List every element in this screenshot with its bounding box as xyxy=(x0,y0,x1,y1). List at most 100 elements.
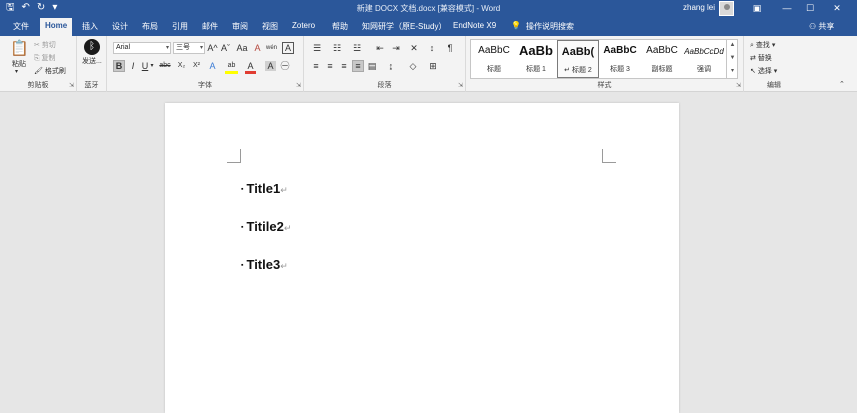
ribbon-home: 📋 粘贴 ▾ ✂ 剪切 ⎘ 复制 🖌 格式刷 剪贴板 ⇲ ᛒ 发送... 蓝牙 … xyxy=(0,36,857,92)
italic-button[interactable]: I xyxy=(128,61,138,71)
style-preview: AaBb( xyxy=(561,46,595,58)
more-icon[interactable]: ▾ xyxy=(727,65,738,78)
tab-home[interactable]: Home xyxy=(40,18,73,36)
replace-button[interactable]: ⇄ 替换 xyxy=(750,53,772,63)
share-button[interactable]: ⚇ 共享 xyxy=(809,21,834,32)
cursor-icon: ↖ xyxy=(750,68,758,75)
tab-layout[interactable]: 布局 xyxy=(142,21,158,32)
format-painter-label: 格式刷 xyxy=(44,68,66,75)
style-name: 副标题 xyxy=(651,66,673,73)
increase-indent-icon[interactable]: ⇥ xyxy=(390,43,402,53)
copy-icon: ⎘ xyxy=(34,55,42,62)
subscript-button[interactable]: X₂ xyxy=(175,61,188,71)
style-subtitle[interactable]: AaBbC 副标题 xyxy=(641,40,683,78)
text-effects-icon[interactable]: A xyxy=(207,61,218,71)
restore-button[interactable]: ☐ xyxy=(800,1,820,15)
tab-view[interactable]: 视图 xyxy=(262,21,278,32)
paragraph-launcher-icon[interactable]: ⇲ xyxy=(458,82,463,89)
user-name[interactable]: zhang lei xyxy=(683,3,715,12)
tab-zotero[interactable]: Zotero xyxy=(292,21,315,30)
phonetic-guide-icon[interactable]: wén xyxy=(265,43,278,53)
tab-endnote[interactable]: EndNote X9 xyxy=(453,21,496,30)
bluetooth-icon[interactable]: ᛒ xyxy=(84,39,100,55)
send-button[interactable]: 发送... xyxy=(82,58,104,66)
tab-design[interactable]: 设计 xyxy=(112,21,128,32)
tab-review[interactable]: 审阅 xyxy=(232,21,248,32)
multilevel-list-icon[interactable]: ☳ xyxy=(350,43,364,53)
paste-icon[interactable]: 📋 xyxy=(10,40,29,58)
decrease-indent-icon[interactable]: ⇤ xyxy=(374,43,386,53)
character-border-icon[interactable]: A xyxy=(282,42,294,54)
paste-dropdown-icon[interactable]: ▾ xyxy=(15,68,18,75)
format-painter-button[interactable]: 🖌 格式刷 xyxy=(34,66,66,76)
show-paragraph-marks-icon[interactable]: ¶ xyxy=(444,43,456,53)
style-heading-3[interactable]: AaBbC 标题 3 xyxy=(599,40,641,78)
highlight-icon[interactable]: ab xyxy=(225,61,238,74)
change-case-icon[interactable]: Aa xyxy=(235,43,249,53)
chevron-up-icon[interactable]: ▲ xyxy=(727,39,738,52)
style-emphasis[interactable]: AaBbCcDd 强调 xyxy=(683,40,725,78)
sort-icon[interactable]: ↕ xyxy=(426,43,438,53)
styles-launcher-icon[interactable]: ⇲ xyxy=(736,82,741,89)
styles-scroll[interactable]: ▲ ▼ ▾ xyxy=(726,39,738,79)
distributed-icon[interactable]: ▤ xyxy=(366,61,378,71)
underline-dropdown-icon[interactable]: ▾ xyxy=(149,61,155,71)
style-heading-2[interactable]: AaBb( ↵ 标题 2 xyxy=(557,40,599,78)
chevron-down-icon[interactable]: ▼ xyxy=(727,52,738,65)
bold-button[interactable]: B xyxy=(113,60,125,72)
strikethrough-button[interactable]: abc xyxy=(157,61,173,71)
shading-icon[interactable]: ◇ xyxy=(406,61,420,71)
clear-formatting-icon[interactable]: A xyxy=(252,43,263,53)
shrink-font-icon[interactable]: Aˇ xyxy=(220,43,231,53)
styles-gallery: AaBbC 标题 AaBb 标题 1 AaBb( ↵ 标题 2 AaBbC 标题… xyxy=(470,39,738,79)
cut-button[interactable]: ✂ 剪切 xyxy=(34,40,56,50)
styles-group-label: 样式 xyxy=(597,82,612,89)
numbering-icon[interactable]: ☷ xyxy=(330,43,344,53)
style-title[interactable]: AaBbC 标题 xyxy=(473,40,515,78)
avatar[interactable] xyxy=(719,1,734,16)
clipboard-launcher-icon[interactable]: ⇲ xyxy=(69,82,74,89)
character-shading-icon[interactable]: A xyxy=(265,61,276,71)
font-name-combo[interactable]: Arial ▾ xyxy=(113,42,171,54)
justify-icon[interactable]: ≡ xyxy=(352,60,364,72)
borders-icon[interactable]: ⊞ xyxy=(426,61,440,71)
find-button[interactable]: ⌕ 查找 ▾ xyxy=(750,40,775,50)
grow-font-icon[interactable]: A^ xyxy=(207,43,218,53)
document-page[interactable]: ▪ Title1↵ ▪ Titile2↵ ▪ Title3↵ xyxy=(165,103,679,413)
tab-mailings[interactable]: 邮件 xyxy=(202,21,218,32)
select-button[interactable]: ↖ 选择 ▾ xyxy=(750,66,777,76)
tab-references[interactable]: 引用 xyxy=(172,21,188,32)
collapse-ribbon-icon[interactable]: ⌃ xyxy=(839,80,845,88)
bullets-icon[interactable]: ☰ xyxy=(310,43,324,53)
find-label: 查找 xyxy=(755,42,770,49)
asian-layout-icon[interactable]: ✕ xyxy=(408,43,420,53)
minimize-button[interactable]: — xyxy=(777,1,797,15)
tab-insert[interactable]: 插入 xyxy=(82,21,98,32)
style-name: ↵ 标题 2 xyxy=(564,67,592,74)
align-left-icon[interactable]: ≡ xyxy=(310,61,322,71)
tell-me-search[interactable]: 操作说明搜索 xyxy=(526,21,574,32)
tab-cnki-estudy[interactable]: 知网研学（原E-Study） xyxy=(362,21,446,32)
font-color-icon[interactable]: A xyxy=(245,61,256,74)
close-button[interactable]: ✕ xyxy=(827,1,847,15)
title-bar: 🖫 ↶ ↻ ▾ 新建 DOCX 文档.docx [兼容模式] - Word zh… xyxy=(0,0,857,17)
align-right-icon[interactable]: ≡ xyxy=(338,61,350,71)
align-center-icon[interactable]: ≡ xyxy=(324,61,336,71)
heading-line[interactable]: ▪ Title1↵ xyxy=(241,181,288,196)
style-preview: AaBbC xyxy=(603,45,637,56)
heading-line[interactable]: ▪ Titile2↵ xyxy=(241,219,291,234)
heading-line[interactable]: ▪ Title3↵ xyxy=(241,257,288,272)
tab-file[interactable]: 文件 xyxy=(13,21,29,32)
line-spacing-icon[interactable]: ↨ xyxy=(384,61,398,71)
share-label: 共享 xyxy=(818,22,835,31)
font-launcher-icon[interactable]: ⇲ xyxy=(296,82,301,89)
ribbon-display-icon[interactable]: ▣ xyxy=(747,1,767,15)
style-heading-1[interactable]: AaBb 标题 1 xyxy=(515,40,557,78)
tab-help[interactable]: 帮助 xyxy=(332,21,348,32)
cut-label: 剪切 xyxy=(41,42,56,49)
bullet-marker: ▪ xyxy=(241,224,244,232)
enclose-characters-icon[interactable]: ㊀ xyxy=(279,61,291,71)
copy-button[interactable]: ⎘ 复制 xyxy=(34,53,56,63)
font-size-combo[interactable]: 三号 ▾ xyxy=(173,42,205,54)
superscript-button[interactable]: X² xyxy=(190,61,203,71)
